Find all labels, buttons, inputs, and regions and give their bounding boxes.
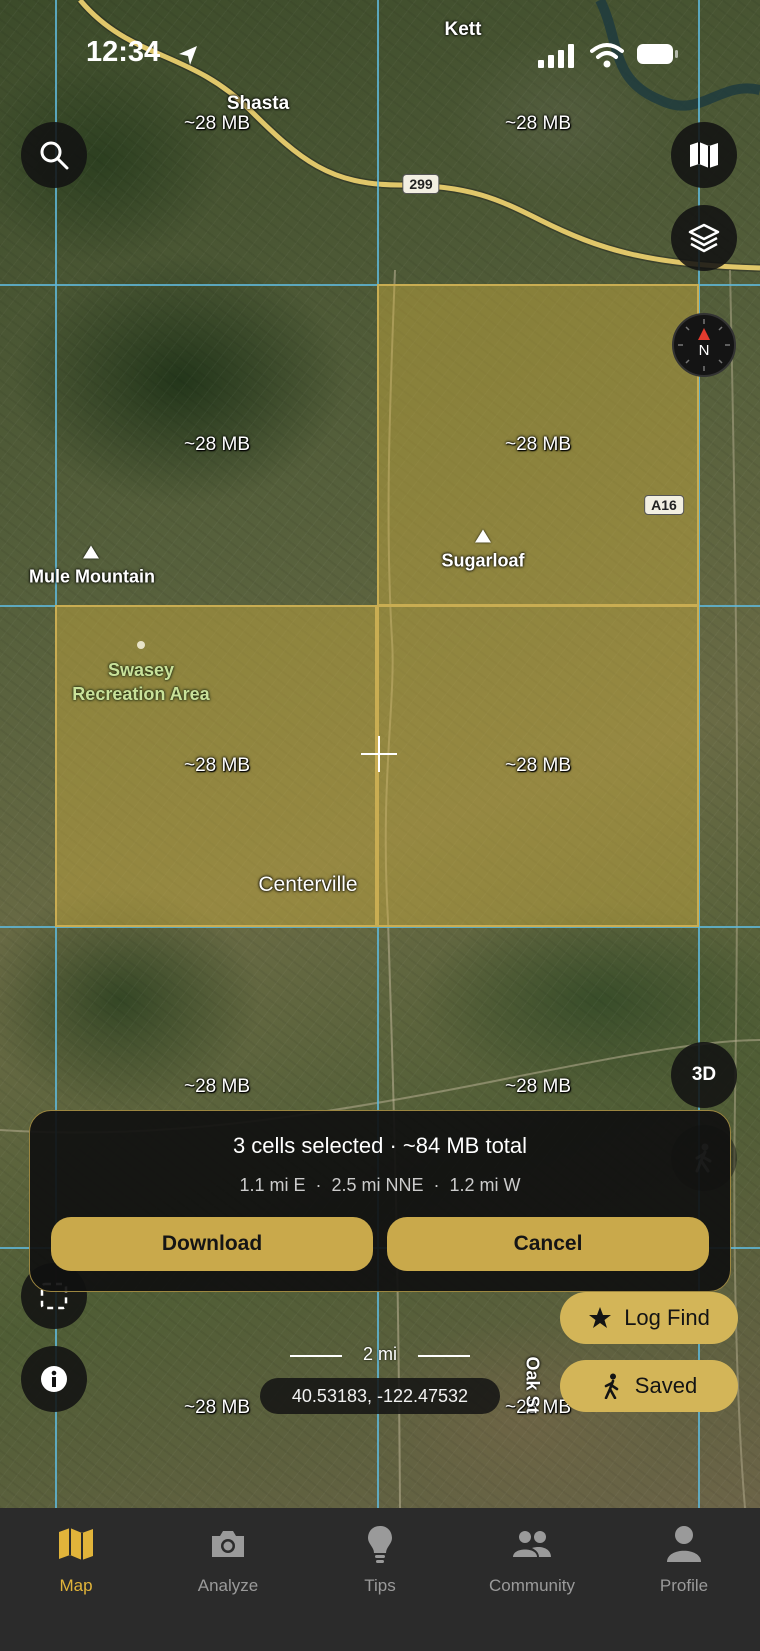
crosshair-icon [361,736,397,772]
selection-distances: 1.1 mi E · 2.5 mi NNE · 1.2 mi W [239,1175,521,1195]
compass-icon: N [678,319,730,371]
star-icon [589,1307,612,1328]
lightbulb-icon [368,1526,392,1563]
selection-panel: 3 cells selected · ~84 MB total 1.1 mi E… [29,1110,731,1292]
tab-tips[interactable]: Tips [304,1522,456,1596]
signal-icon [538,44,574,68]
tab-label: Map [59,1576,93,1595]
tab-bar: Map Analyze Tips Community Profile [0,1508,760,1651]
tab-analyze[interactable]: Analyze [152,1522,304,1596]
tab-label: Analyze [197,1576,259,1595]
3d-label: 3D [691,1064,717,1085]
place-label-sugarloaf: Sugarloaf [441,550,525,571]
place-label-mule-mountain: Mule Mountain [29,566,155,587]
walking-icon [604,1373,619,1399]
location-arrow-icon [179,46,197,65]
cell-size-label: ~28 MB [183,113,251,134]
poi-dot [137,641,145,649]
cell-size-label: ~28 MB [504,434,572,455]
svg-text:N: N [699,342,710,359]
search-button[interactable] [21,122,87,188]
map-icon [690,142,718,168]
tab-map[interactable]: Map [0,1522,152,1596]
scale-line [418,1355,470,1357]
cell-size-label: ~28 MB [504,113,572,134]
battery-icon [637,44,678,64]
log-find-button[interactable]: Log Find [560,1292,738,1344]
cell-size-label: ~28 MB [504,1076,572,1097]
download-button[interactable]: Download [51,1217,373,1271]
cancel-button[interactable]: Cancel [387,1217,709,1271]
peak-icon [83,545,99,559]
saved-label: Saved [634,1373,698,1398]
street-label-oak-st: Oak St [522,1356,543,1414]
map-style-button[interactable] [671,122,737,188]
compass-button[interactable]: N [672,313,736,377]
cell-size-label: ~28 MB [183,1076,251,1097]
camera-icon [212,1531,244,1557]
tab-profile[interactable]: Profile [608,1522,760,1596]
tab-community[interactable]: Community [456,1522,608,1596]
tab-label: Tips [364,1576,396,1595]
log-find-label: Log Find [624,1305,710,1330]
coordinates-readout[interactable]: 40.53183, -122.47532 [260,1378,500,1414]
cell-size-label: ~28 MB [183,1397,251,1418]
tab-label: Profile [659,1576,709,1595]
cell-size-label: ~28 MB [504,755,572,776]
peak-icon [475,529,491,543]
person-icon [667,1526,701,1562]
status-bar: 12:34 [0,0,760,100]
wifi-icon [590,43,624,68]
place-label-centerville: Centerville [258,873,358,896]
selection-summary: 3 cells selected · ~84 MB total [232,1133,528,1158]
status-time: 12:34 [86,36,161,68]
highway-shield-299: 299 [402,174,440,194]
map-icon [59,1528,93,1560]
people-icon [513,1531,551,1557]
info-icon [41,1366,67,1392]
scale-line [290,1355,342,1357]
place-label-swasey: Swasey Recreation Area [72,660,210,704]
highway-shield-a16: A16 [644,495,684,515]
tab-label: Community [489,1576,575,1595]
search-icon [40,141,69,170]
cell-size-label: ~28 MB [183,434,251,455]
layers-icon [688,223,720,253]
cell-size-label: ~28 MB [183,755,251,776]
layers-button[interactable] [671,205,737,271]
3d-toggle-button[interactable]: 3D [671,1042,737,1108]
scale-bar: 2 mi [290,1340,470,1370]
saved-button[interactable]: Saved [560,1360,738,1412]
scale-label: 2 mi [362,1344,398,1364]
info-button[interactable] [21,1346,87,1412]
